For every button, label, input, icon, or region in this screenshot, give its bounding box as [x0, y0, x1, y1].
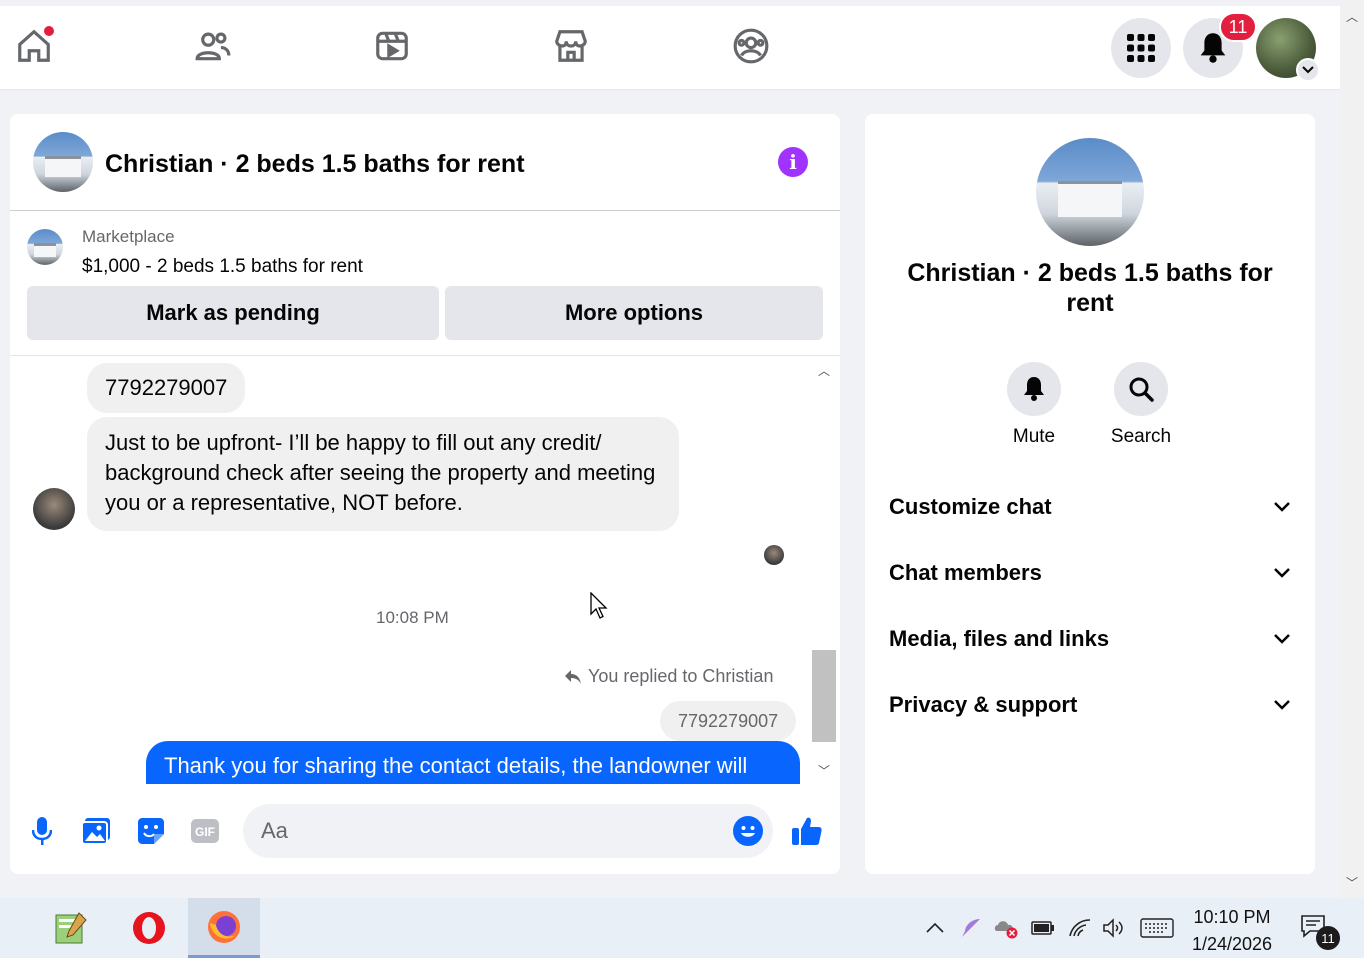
conversation-title: Christian · 2 beds 1.5 baths for rent [907, 259, 1273, 317]
reply-note-text: You replied to Christian [588, 666, 774, 686]
scroll-down-icon[interactable]: ﹀ [1346, 874, 1358, 891]
video-icon[interactable] [370, 24, 414, 68]
chat-avatar[interactable] [33, 132, 93, 192]
windows-taskbar: 10:10 PM 1/24/2026 11 [0, 898, 1364, 958]
home-notification-dot [44, 26, 54, 36]
conversation-info-panel: Christian · 2 beds 1.5 baths for rent Mu… [865, 114, 1315, 874]
microphone-icon[interactable] [25, 814, 59, 848]
message-bubble[interactable]: Just to be upfront- I’ll be happy to fil… [87, 417, 679, 531]
section-label: Chat members [889, 560, 1042, 585]
listing-thumbnail[interactable] [27, 229, 63, 265]
chevron-down-icon [1296, 58, 1320, 82]
marketplace-icon[interactable] [549, 24, 593, 68]
thumbs-up-icon[interactable] [790, 814, 824, 848]
media-files-links-section[interactable]: Media, files and links [889, 619, 1291, 659]
mute-label: Mute [1012, 426, 1056, 447]
message-input[interactable] [243, 804, 773, 858]
top-navigation-bar: 11 [0, 0, 1340, 90]
home-icon[interactable] [12, 24, 56, 68]
chat-members-section[interactable]: Chat members [889, 553, 1291, 593]
scroll-up-icon[interactable]: ︿ [818, 362, 830, 379]
notification-count-badge: 11 [1219, 12, 1257, 42]
scroll-down-icon[interactable]: ﹀ [818, 762, 830, 779]
chat-panel: Christian · 2 beds 1.5 baths for rent i … [10, 114, 840, 874]
mouse-cursor-icon [590, 592, 608, 619]
action-center-count: 11 [1316, 926, 1340, 950]
chat-header: Christian · 2 beds 1.5 baths for rent i [10, 114, 840, 211]
sender-avatar[interactable] [33, 488, 75, 530]
marketplace-listing: Marketplace $1,000 - 2 beds 1.5 baths fo… [10, 211, 840, 356]
conversation-avatar[interactable] [1036, 138, 1144, 246]
opera-browser-icon[interactable] [114, 898, 184, 958]
message-thread[interactable]: 7792279007 Just to be upfront- I’ll be h… [10, 358, 810, 784]
quoted-message[interactable]: 7792279007 [660, 701, 797, 741]
window-scrollbar[interactable]: ︿ ﹀ [1340, 0, 1364, 898]
scrollbar-thumb[interactable] [812, 650, 836, 742]
outgoing-message-bubble[interactable]: Thank you for sharing the contact detail… [146, 741, 800, 784]
notifications-button[interactable]: 11 [1183, 12, 1257, 78]
info-icon[interactable]: i [778, 147, 808, 177]
bell-icon [1024, 377, 1044, 401]
clock-time: 10:10 PM [1193, 907, 1271, 927]
svg-text:GIF: GIF [195, 825, 215, 839]
chevron-down-icon [1274, 700, 1290, 710]
scroll-up-icon[interactable]: ︿ [1346, 8, 1358, 25]
message-bubble[interactable]: 7792279007 [87, 363, 246, 413]
notepad-app-icon[interactable] [36, 898, 106, 958]
action-center-button[interactable]: 11 [1300, 914, 1340, 950]
clock-date: 1/24/2026 [1191, 934, 1273, 954]
seen-indicator-avatar [764, 545, 784, 565]
system-clock[interactable]: 10:10 PM 1/24/2026 [1180, 904, 1284, 958]
keyboard-icon[interactable] [1140, 916, 1174, 940]
reply-icon [565, 669, 581, 684]
mark-as-pending-button[interactable]: Mark as pending [27, 286, 439, 340]
emoji-icon[interactable] [733, 816, 763, 846]
photo-icon[interactable] [79, 814, 113, 848]
search-button[interactable]: Search [1101, 362, 1181, 448]
battery-icon[interactable] [1030, 916, 1056, 940]
groups-icon[interactable] [729, 24, 773, 68]
customize-chat-section[interactable]: Customize chat [889, 487, 1291, 527]
message-composer: GIF [10, 794, 840, 874]
chat-title[interactable]: Christian · 2 beds 1.5 baths for rent [105, 150, 525, 179]
grid-menu-icon[interactable] [1111, 18, 1171, 78]
search-icon [1129, 377, 1154, 402]
listing-label: Marketplace [82, 227, 175, 246]
wifi-icon[interactable] [1067, 916, 1093, 940]
message-scrollbar[interactable]: ︿ ﹀ [812, 358, 836, 784]
chevron-up-icon[interactable] [922, 916, 948, 940]
feather-icon[interactable] [958, 916, 984, 940]
search-label: Search [1110, 426, 1172, 447]
chevron-down-icon [1274, 502, 1290, 512]
chevron-down-icon [1274, 634, 1290, 644]
account-avatar[interactable] [1256, 18, 1320, 82]
message-timestamp: 10:08 PM [376, 608, 449, 627]
onedrive-error-icon[interactable] [993, 916, 1019, 940]
section-label: Privacy & support [889, 692, 1078, 717]
section-label: Customize chat [889, 494, 1052, 519]
more-options-button[interactable]: More options [445, 286, 823, 340]
friends-icon[interactable] [191, 24, 235, 68]
gif-icon[interactable]: GIF [188, 814, 222, 848]
mute-button[interactable]: Mute [994, 362, 1074, 448]
chevron-down-icon [1274, 568, 1290, 578]
listing-price[interactable]: $1,000 - 2 beds 1.5 baths for rent [82, 256, 363, 278]
section-label: Media, files and links [889, 626, 1110, 651]
sticker-icon[interactable] [134, 814, 168, 848]
privacy-support-section[interactable]: Privacy & support [889, 685, 1291, 725]
volume-icon[interactable] [1101, 916, 1127, 940]
firefox-browser-icon[interactable] [188, 898, 260, 958]
reply-note: You replied to Christian [564, 666, 773, 687]
